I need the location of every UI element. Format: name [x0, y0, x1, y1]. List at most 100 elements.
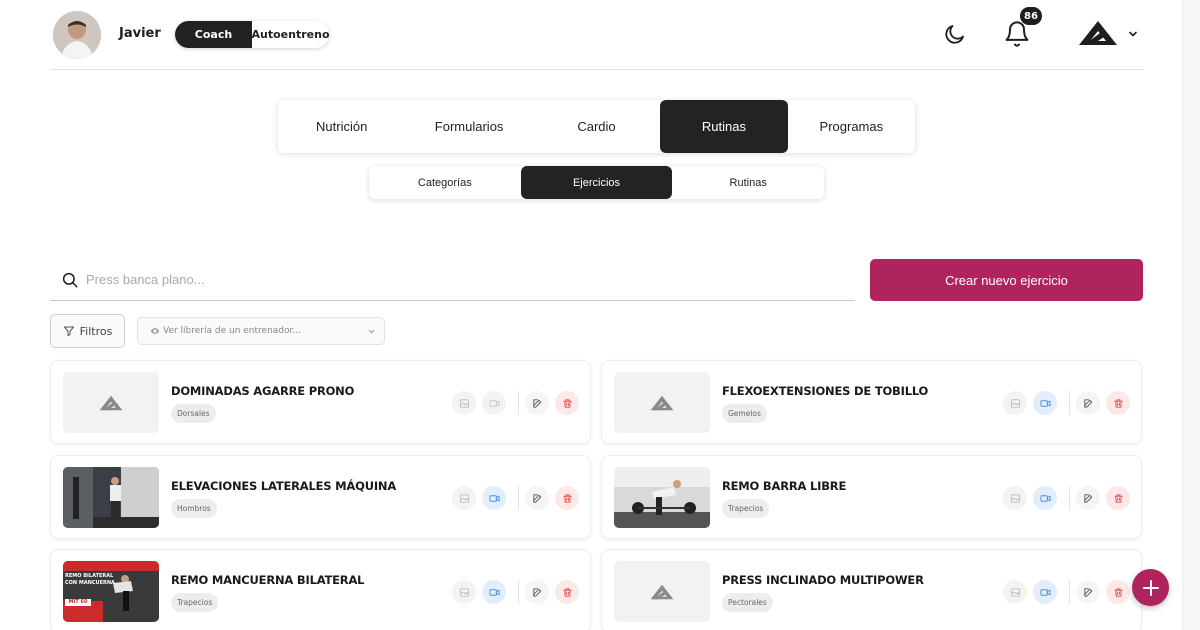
- filters-button[interactable]: Filtros: [50, 314, 125, 348]
- subtab-categorias[interactable]: Categorías: [369, 166, 521, 199]
- trash-icon: [1113, 587, 1123, 597]
- divider: [518, 391, 519, 415]
- tab-cardio[interactable]: Cardio: [533, 100, 660, 153]
- image-icon: [1010, 493, 1020, 503]
- delete-button[interactable]: [555, 391, 579, 415]
- tab-formularios[interactable]: Formularios: [405, 100, 532, 153]
- edit-button[interactable]: [1076, 580, 1100, 604]
- exercise-card[interactable]: FLEXOEXTENSIONES DE TOBILLO Gemelos: [601, 360, 1142, 444]
- trainer-library-select[interactable]: Ver librería de un entrenador...: [137, 317, 385, 345]
- edit-button[interactable]: [525, 486, 549, 510]
- exercise-title: FLEXOEXTENSIONES DE TOBILLO: [722, 384, 929, 398]
- delete-button[interactable]: [1106, 486, 1130, 510]
- mode-coach-button[interactable]: Coach: [175, 21, 252, 48]
- divider: [1069, 580, 1070, 604]
- placeholder-logo-icon: [99, 395, 123, 410]
- delete-button[interactable]: [555, 486, 579, 510]
- exercise-thumbnail[interactable]: [63, 467, 159, 528]
- search-icon: [62, 272, 78, 287]
- video-icon: [488, 399, 500, 407]
- exercise-thumbnail[interactable]: REMO BILATERAL CON MANCUERNA MIT 60: [63, 561, 159, 622]
- image-icon: [1010, 398, 1020, 408]
- exercise-title: PRESS INCLINADO MULTIPOWER: [722, 573, 924, 587]
- exercise-card[interactable]: ELEVACIONES LATERALES MÁQUINA Hombros: [50, 455, 591, 539]
- edit-icon: [532, 587, 541, 597]
- search-input[interactable]: [86, 272, 786, 287]
- video-button[interactable]: [482, 580, 506, 604]
- exercise-card[interactable]: PRESS INCLINADO MULTIPOWER Pectorales: [601, 549, 1142, 630]
- notification-badge: 86: [1020, 7, 1042, 25]
- exercise-card[interactable]: REMO BARRA LIBRE Trapecios: [601, 455, 1142, 539]
- filters-label: Filtros: [79, 324, 113, 338]
- page-scrollbar[interactable]: [1182, 0, 1200, 630]
- create-exercise-button[interactable]: Crear nuevo ejercicio: [870, 259, 1143, 301]
- muscle-tag: Trapecios: [171, 593, 219, 612]
- edit-button[interactable]: [1076, 486, 1100, 510]
- main-tabs: Nutrición Formularios Cardio Rutinas Pro…: [278, 100, 915, 153]
- edit-icon: [1083, 398, 1092, 408]
- user-name: Javier: [119, 26, 161, 41]
- exercise-thumbnail[interactable]: [614, 467, 710, 528]
- video-button[interactable]: [1033, 580, 1057, 604]
- delete-button[interactable]: [1106, 391, 1130, 415]
- edit-icon: [532, 493, 541, 503]
- delete-button[interactable]: [1106, 580, 1130, 604]
- exercise-card[interactable]: DOMINADAS AGARRE PRONO Dorsales: [50, 360, 591, 444]
- exercise-title: REMO BARRA LIBRE: [722, 479, 847, 493]
- exercise-thumbnail[interactable]: [614, 561, 710, 622]
- delete-button[interactable]: [555, 580, 579, 604]
- chevron-down-icon: [368, 329, 375, 334]
- divider: [518, 580, 519, 604]
- avatar[interactable]: [53, 11, 101, 59]
- image-button[interactable]: [452, 391, 476, 415]
- floating-add-button[interactable]: [1132, 569, 1169, 606]
- image-button[interactable]: [1003, 486, 1027, 510]
- brand-logo-icon[interactable]: [1078, 20, 1118, 46]
- video-button[interactable]: [482, 486, 506, 510]
- chevron-down-icon[interactable]: [1127, 28, 1139, 40]
- edit-button[interactable]: [525, 391, 549, 415]
- edit-icon: [532, 398, 541, 408]
- video-button[interactable]: [1033, 486, 1057, 510]
- image-button[interactable]: [1003, 391, 1027, 415]
- exercise-title: DOMINADAS AGARRE PRONO: [171, 384, 355, 398]
- edit-button[interactable]: [1076, 391, 1100, 415]
- divider: [1069, 391, 1070, 415]
- search-bar: [50, 259, 855, 301]
- exercise-card[interactable]: REMO BILATERAL CON MANCUERNA MIT 60 REMO MA…: [50, 549, 591, 630]
- muscle-tag: Trapecios: [722, 499, 770, 518]
- filter-icon: [63, 326, 74, 336]
- edit-button[interactable]: [525, 580, 549, 604]
- image-icon: [459, 587, 469, 597]
- image-button[interactable]: [452, 486, 476, 510]
- moon-icon[interactable]: [943, 22, 967, 46]
- tab-programas[interactable]: Programas: [788, 100, 915, 153]
- divider: [1069, 486, 1070, 510]
- placeholder-logo-icon: [650, 584, 674, 599]
- subtab-ejercicios[interactable]: Ejercicios: [520, 166, 673, 199]
- muscle-tag: Pectorales: [722, 593, 773, 612]
- subtab-rutinas[interactable]: Rutinas: [672, 166, 824, 199]
- image-button[interactable]: [1003, 580, 1027, 604]
- tab-rutinas[interactable]: Rutinas: [660, 100, 788, 153]
- video-icon: [488, 494, 500, 502]
- exercise-thumbnail[interactable]: [63, 372, 159, 433]
- video-icon: [1039, 494, 1051, 502]
- trash-icon: [562, 493, 572, 503]
- video-icon: [1039, 399, 1051, 407]
- muscle-tag: Dorsales: [171, 404, 216, 423]
- mode-self-training-button[interactable]: Autoentreno: [252, 21, 330, 48]
- top-header: Javier Coach Autoentreno 86: [50, 0, 1144, 70]
- image-icon: [459, 398, 469, 408]
- image-button[interactable]: [452, 580, 476, 604]
- mode-toggle: Coach Autoentreno: [175, 21, 330, 48]
- exercise-thumbnail[interactable]: [614, 372, 710, 433]
- video-button[interactable]: [1033, 391, 1057, 415]
- trash-icon: [562, 587, 572, 597]
- tab-nutricion[interactable]: Nutrición: [278, 100, 405, 153]
- video-button[interactable]: [482, 391, 506, 415]
- image-icon: [459, 493, 469, 503]
- trash-icon: [1113, 398, 1123, 408]
- exercise-title: ELEVACIONES LATERALES MÁQUINA: [171, 479, 397, 493]
- edit-icon: [1083, 493, 1092, 503]
